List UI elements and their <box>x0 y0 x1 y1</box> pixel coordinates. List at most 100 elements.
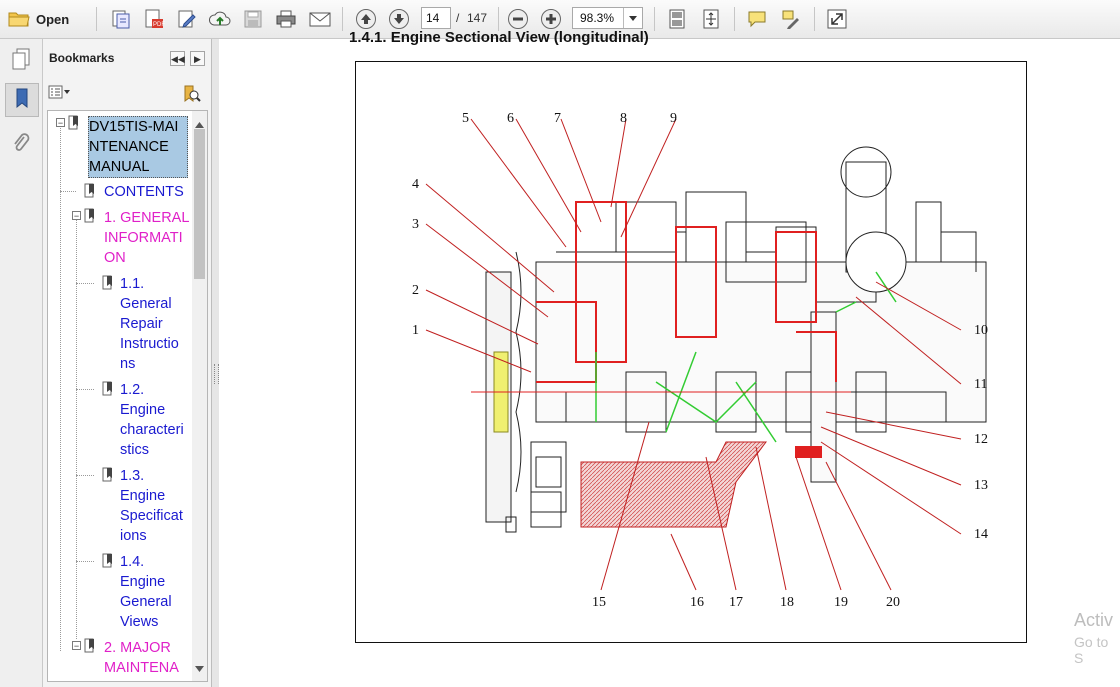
bookmark-search-icon <box>181 85 201 107</box>
bookmark-label: CONTENTS <box>104 184 184 200</box>
callout-label: 7 <box>554 111 561 126</box>
scroll-mode-button[interactable] <box>663 6 691 32</box>
bookmark-icon <box>84 638 96 659</box>
engine-drawing: 1 2 3 4 5 6 7 8 9 10 11 12 13 14 15 16 1… <box>412 111 988 610</box>
list-options-icon <box>48 85 72 104</box>
callout-label: 18 <box>780 595 794 610</box>
create-pdf-icon <box>110 8 132 30</box>
callout-label: 4 <box>412 177 419 192</box>
scrollbar-thumb[interactable] <box>194 129 205 279</box>
callout-label: 6 <box>507 111 514 126</box>
open-button[interactable]: Open <box>8 6 80 32</box>
bookmark-item-general-repair[interactable]: 1.1. General Repair Instructio ns <box>120 274 192 374</box>
expand-arrows-icon <box>826 8 848 30</box>
collapse-toggle[interactable]: − <box>72 641 81 651</box>
bookmark-item-general-information[interactable]: 1. GENERAL INFORMATI ON <box>104 208 194 268</box>
page-number-input[interactable] <box>421 7 451 29</box>
callout-label: 3 <box>412 217 419 232</box>
panel-title: Bookmarks <box>49 51 115 65</box>
chevron-down-icon[interactable] <box>623 8 642 28</box>
bookmark-item-major-maintenance[interactable]: 2. MAJOR MAINTENA <box>104 638 194 678</box>
bookmark-icon <box>84 208 96 229</box>
double-chevron-left-icon: ◀◀ <box>171 54 185 64</box>
callout-label: 11 <box>974 377 987 392</box>
collapse-panel-button[interactable]: ◀◀ <box>170 51 185 66</box>
arrow-up-circle-icon <box>355 8 377 30</box>
engine-sectional-figure: 1 2 3 4 5 6 7 8 9 10 11 12 13 14 15 16 1… <box>355 61 1027 643</box>
callout-label: 17 <box>729 595 743 610</box>
activation-watermark-sub: Go to S <box>1074 634 1109 666</box>
bookmark-scrollbar[interactable] <box>192 111 207 681</box>
fit-page-button[interactable] <box>697 6 725 32</box>
attachments-button[interactable] <box>5 129 37 161</box>
upload-button[interactable] <box>207 6 233 32</box>
navigation-strip <box>0 39 43 687</box>
bookmark-icon <box>102 275 114 296</box>
callout-label: 1 <box>412 323 419 338</box>
zoom-select[interactable]: 98.3% <box>572 7 643 29</box>
create-pdf-button[interactable] <box>108 6 134 32</box>
callout-label: 12 <box>974 432 988 447</box>
bookmark-label: 1.3. Engine Specificat ions <box>120 468 183 544</box>
callout-label: 5 <box>462 111 469 126</box>
document-view[interactable]: 1.4.1. Engine Sectional View (longitudin… <box>219 29 1120 687</box>
bookmark-icon <box>102 553 114 574</box>
find-bookmark-button[interactable] <box>181 85 201 103</box>
bookmarks-tab-button[interactable] <box>5 83 39 117</box>
scroll-down-icon[interactable] <box>195 659 204 677</box>
collapse-toggle[interactable]: − <box>72 211 81 221</box>
panel-next-button[interactable]: ▶ <box>190 51 205 66</box>
expand-button[interactable] <box>823 6 851 32</box>
bookmark-label: 1.2. Engine characteri stics <box>120 382 184 458</box>
bookmark-item-engine-general-views[interactable]: 1.4. Engine General Views <box>120 552 192 632</box>
callout-label: 19 <box>834 595 848 610</box>
callout-label: 9 <box>670 111 677 126</box>
page-thumbnails-button[interactable] <box>5 45 37 77</box>
callout-label: 8 <box>620 111 627 126</box>
bookmark-icon <box>102 381 114 402</box>
arrow-down-circle-icon <box>388 8 410 30</box>
page-scroll-icon <box>666 8 688 30</box>
activation-watermark: Activ <box>1074 610 1114 630</box>
bookmark-label: DV15TIS-MAI NTENANCE MANUAL <box>89 119 179 175</box>
chevron-right-icon: ▶ <box>194 54 201 64</box>
bookmark-item-engine-specifications[interactable]: 1.3. Engine Specificat ions <box>120 466 192 546</box>
bookmarks-panel: Bookmarks ◀◀ ▶ − DV15TIS-MAI NTENANCE MA… <box>43 39 212 687</box>
callout-label: 2 <box>412 283 419 298</box>
collapse-toggle[interactable]: − <box>56 118 65 128</box>
bookmark-label: 1.1. General Repair Instructio ns <box>120 276 179 372</box>
export-pdf-button[interactable]: PDF <box>141 6 167 32</box>
minus-circle-icon <box>507 8 529 30</box>
edit-pdf-button[interactable] <box>174 6 200 32</box>
folder-icon <box>8 10 30 28</box>
bookmark-ribbon-icon <box>14 87 30 114</box>
bookmark-label: 1. GENERAL INFORMATI ON <box>104 210 190 266</box>
edit-pencil-icon <box>176 8 198 30</box>
bookmark-item-manual[interactable]: DV15TIS-MAI NTENANCE MANUAL <box>88 116 188 178</box>
callout-label: 14 <box>974 527 988 542</box>
plus-circle-icon <box>540 8 562 30</box>
bookmark-label: 2. MAJOR MAINTENA <box>104 640 179 676</box>
print-button[interactable] <box>273 6 299 32</box>
page-separator: / <box>456 11 460 25</box>
panel-splitter[interactable] <box>212 39 219 687</box>
paperclip-icon <box>11 131 31 160</box>
bookmark-icon <box>84 183 96 204</box>
bookmark-item-engine-characteristics[interactable]: 1.2. Engine characteri stics <box>120 380 192 460</box>
bookmark-item-contents[interactable]: CONTENTS <box>104 182 194 202</box>
bookmark-label: 1.4. Engine General Views <box>120 554 172 630</box>
section-heading: 1.4.1. Engine Sectional View (longitudin… <box>349 29 649 46</box>
cloud-upload-icon <box>208 8 232 30</box>
highlight-button[interactable] <box>777 6 805 32</box>
zoom-value: 98.3% <box>580 11 615 25</box>
callout-label: 13 <box>974 478 988 493</box>
save-button[interactable] <box>240 6 266 32</box>
email-button[interactable] <box>306 6 334 32</box>
pages-icon <box>10 47 32 76</box>
comment-button[interactable] <box>743 6 771 32</box>
options-menu-button[interactable] <box>48 85 74 103</box>
open-label: Open <box>36 11 70 27</box>
bookmark-icon <box>102 467 114 488</box>
callout-label: 10 <box>974 323 988 338</box>
save-disk-icon <box>243 9 263 29</box>
